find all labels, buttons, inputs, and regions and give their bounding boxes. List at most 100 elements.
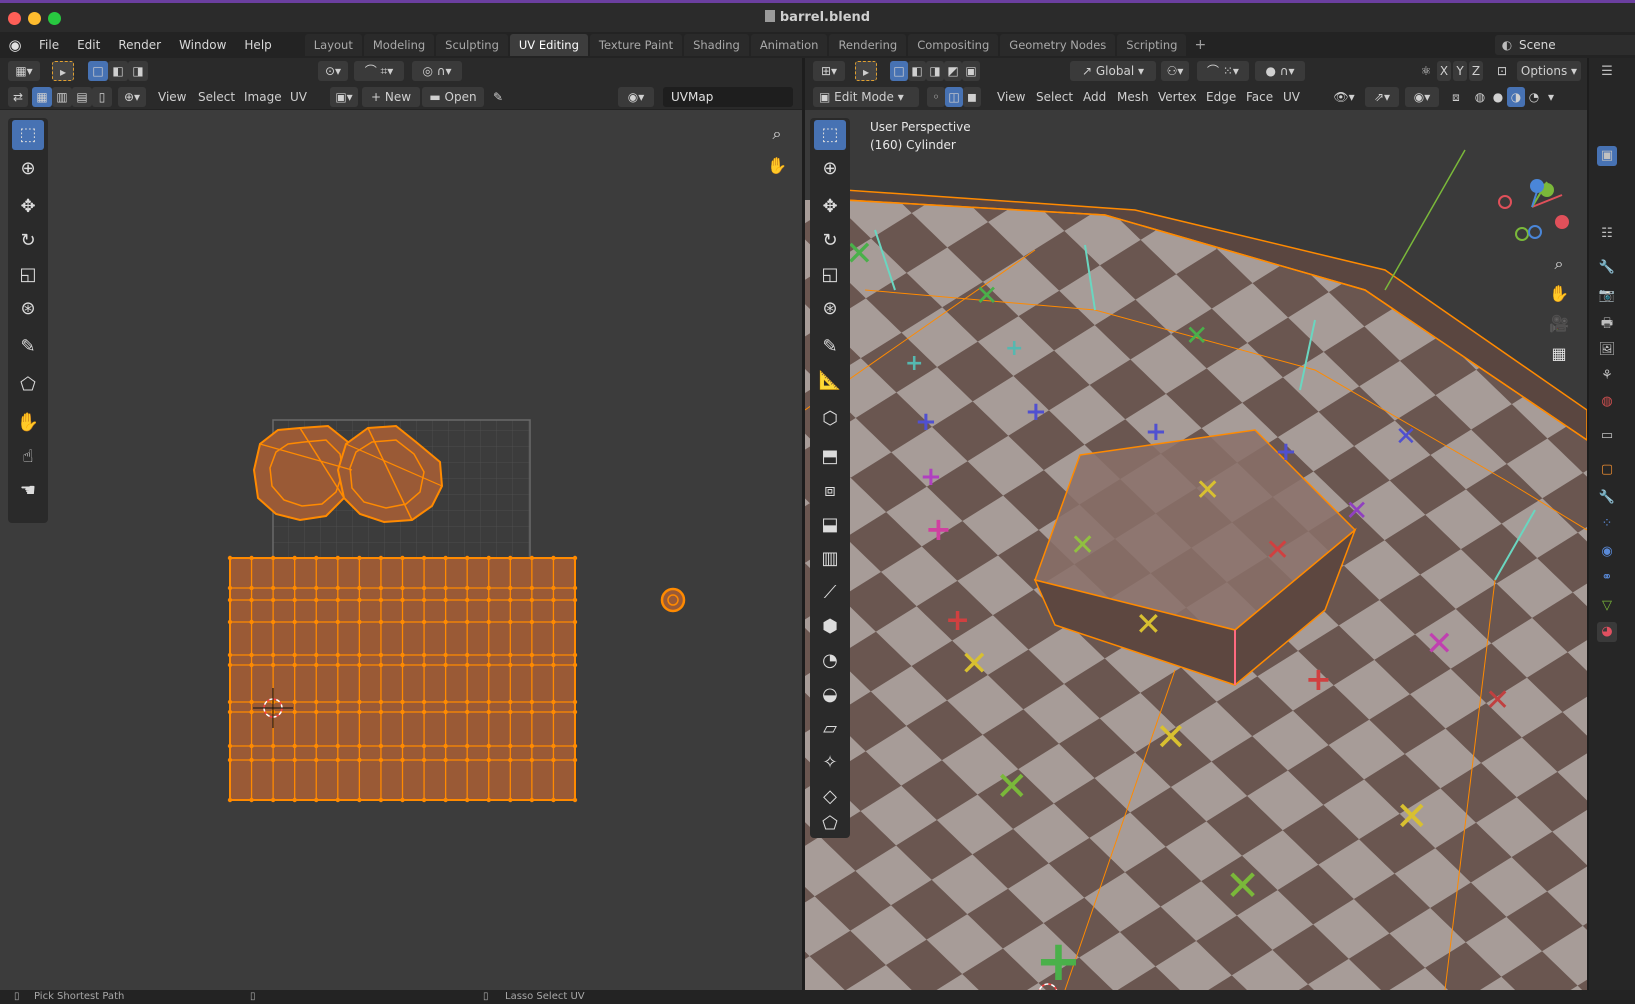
relax-tool[interactable]: ☝: [12, 442, 44, 472]
rip-region-tool[interactable]: ⬠: [12, 370, 44, 400]
physics-properties-icon[interactable]: ◉: [1597, 542, 1617, 562]
tab-texture-paint[interactable]: Texture Paint: [589, 34, 683, 56]
spin-tool[interactable]: ◔: [814, 646, 846, 676]
viewport-rotate-tool[interactable]: ↻: [814, 226, 846, 256]
tab-shading[interactable]: Shading: [684, 34, 749, 56]
output-properties-icon[interactable]: 🖶: [1597, 314, 1617, 334]
viewport-select-box-tool[interactable]: ⬚: [814, 120, 846, 150]
pivot-icon[interactable]: ⚇▾: [1161, 61, 1189, 81]
uv-overlays-button[interactable]: ◉▾: [618, 87, 654, 107]
wireframe-shading-icon[interactable]: ◍: [1471, 87, 1489, 107]
viewport-select-intersect-icon[interactable]: ▣: [962, 61, 980, 81]
scale-tool[interactable]: ◱: [12, 260, 44, 290]
face-select-mode-icon[interactable]: ◼: [963, 87, 981, 107]
pinch-tool[interactable]: ☚: [12, 476, 44, 506]
viewport-zoom-icon[interactable]: ⌕: [1545, 250, 1573, 278]
viewport-editor-type-button[interactable]: ⊞▾: [813, 61, 845, 81]
rendered-shading-icon[interactable]: ◔: [1525, 87, 1543, 107]
shear-tool[interactable]: ◇: [814, 782, 846, 812]
mirror-z-toggle[interactable]: Z: [1469, 61, 1483, 81]
uv-vertex-select-icon[interactable]: ▦: [32, 87, 52, 107]
select-mode-subtract-button[interactable]: ◨: [128, 61, 148, 81]
tab-modeling[interactable]: Modeling: [363, 34, 435, 56]
viewport-move-tool[interactable]: ✥: [814, 192, 846, 222]
viewport-select-tool-icon[interactable]: ▸: [855, 61, 877, 81]
constraint-properties-icon[interactable]: ⚭: [1597, 568, 1617, 588]
menu-window[interactable]: Window: [170, 32, 235, 58]
viewport-canvas[interactable]: ✕ ✕ ✕ + + + + + + + + ✕ ✕ ✕ ✕ ✕ ✕ ✕ + ✕: [805, 110, 1587, 990]
uv-sync-selection-icon[interactable]: ⇄: [8, 87, 28, 107]
transform-tool[interactable]: ⊛: [12, 294, 44, 324]
viewport-menu-uv[interactable]: UV: [1283, 84, 1300, 110]
tab-layout[interactable]: Layout: [304, 34, 362, 56]
viewport-menu-mesh[interactable]: Mesh: [1117, 84, 1149, 110]
uv-island-select-icon[interactable]: ▯: [92, 87, 112, 107]
viewport-transform-tool[interactable]: ⊛: [814, 294, 846, 324]
uv-menu-select[interactable]: Select: [198, 84, 235, 110]
sticky-selection-button[interactable]: ⊕▾: [118, 87, 146, 107]
cursor-tool[interactable]: ⊕: [12, 154, 44, 184]
render-properties-icon[interactable]: 📷: [1597, 286, 1617, 306]
transform-orientation-dropdown[interactable]: ↗ Global ▾: [1070, 61, 1156, 81]
viewport-select-extend-icon[interactable]: ◧: [908, 61, 926, 81]
viewport-menu-vertex[interactable]: Vertex: [1158, 84, 1197, 110]
add-workspace-button[interactable]: +: [1188, 37, 1212, 53]
viewport-menu-view[interactable]: View: [997, 84, 1025, 110]
scene-selector[interactable]: ◐ Scene: [1495, 35, 1635, 55]
tab-animation[interactable]: Animation: [750, 34, 828, 56]
inset-faces-tool[interactable]: ⧈: [814, 476, 846, 506]
viewport-annotate-tool[interactable]: ✎: [814, 332, 846, 362]
editor-type-button[interactable]: ▦▾: [8, 61, 40, 81]
uv-edge-select-icon[interactable]: ▥: [52, 87, 72, 107]
options-dropdown[interactable]: Options ▾: [1517, 61, 1581, 81]
world-properties-icon[interactable]: ◍: [1597, 392, 1617, 412]
snap-toggle-button[interactable]: ⌒ ⌗▾: [354, 61, 404, 81]
ortho-toggle-icon[interactable]: ▦: [1545, 340, 1573, 368]
uv-canvas[interactable]: ⬚ ⊕ ✥ ↻ ◱ ⊛ ✎ ⬠ ✋ ☝ ☚ ⌕ ✋: [0, 110, 802, 990]
rotate-tool[interactable]: ↻: [12, 226, 44, 256]
material-preview-shading-icon[interactable]: ◑: [1507, 87, 1525, 107]
select-mode-extend-button[interactable]: ◧: [108, 61, 128, 81]
measure-tool[interactable]: 📐: [814, 366, 846, 396]
menu-render[interactable]: Render: [109, 32, 170, 58]
annotate-tool[interactable]: ✎: [12, 332, 44, 362]
mirror-x-toggle[interactable]: X: [1437, 61, 1451, 81]
viewport-menu-face[interactable]: Face: [1246, 84, 1273, 110]
bevel-tool[interactable]: ⬓: [814, 510, 846, 540]
menu-file[interactable]: File: [30, 32, 68, 58]
menu-edit[interactable]: Edit: [68, 32, 109, 58]
view-layer-properties-icon[interactable]: 🖼: [1597, 340, 1617, 360]
rip-tool[interactable]: ⬠: [814, 812, 846, 836]
tool-properties-icon[interactable]: 🔧: [1597, 258, 1617, 278]
material-properties-icon[interactable]: ◕: [1597, 622, 1617, 642]
visibility-eye-icon[interactable]: 👁▾: [1329, 87, 1359, 107]
viewport-select-new-icon[interactable]: □: [890, 61, 908, 81]
data-properties-icon[interactable]: ▽: [1597, 596, 1617, 616]
loop-cut-tool[interactable]: ▥: [814, 544, 846, 574]
overlays-toggle-icon[interactable]: ◉▾: [1405, 87, 1439, 107]
edge-select-mode-icon[interactable]: ◫: [945, 87, 963, 107]
outliner-editor-icon[interactable]: ☰: [1597, 62, 1617, 82]
shrink-fatten-tool[interactable]: ✧: [814, 748, 846, 778]
viewport-menu-edge[interactable]: Edge: [1206, 84, 1236, 110]
uvmap-name-field[interactable]: UVMap: [663, 87, 793, 107]
viewport-menu-add[interactable]: Add: [1083, 84, 1106, 110]
xray-toggle-icon[interactable]: ⧈: [1447, 87, 1465, 107]
new-image-button[interactable]: + New: [362, 87, 420, 107]
outliner-item-icon[interactable]: ▣: [1597, 146, 1617, 166]
viewport-snap-button[interactable]: ⌒ ⁙▾: [1197, 61, 1249, 81]
extrude-region-tool[interactable]: ⬒: [814, 442, 846, 472]
uv-small-island[interactable]: [660, 587, 686, 613]
mirror-icon[interactable]: ⚛: [1417, 61, 1435, 81]
open-image-button[interactable]: ▬ Open: [422, 87, 484, 107]
smooth-tool[interactable]: ◒: [814, 680, 846, 710]
auto-merge-icon[interactable]: ⊡: [1493, 61, 1511, 81]
tweak-select-tool[interactable]: ⬚: [12, 120, 44, 150]
uv-mesh-grid[interactable]: [227, 555, 578, 803]
viewport-select-subtract-icon[interactable]: ◨: [926, 61, 944, 81]
modifier-properties-icon[interactable]: 🔧: [1597, 488, 1617, 508]
select-tool-icon[interactable]: ▸: [52, 61, 74, 81]
collection-properties-icon[interactable]: ▭: [1597, 426, 1617, 446]
pan-hand-icon[interactable]: ✋: [763, 152, 791, 180]
mode-dropdown[interactable]: ▣ Edit Mode ▾: [813, 87, 919, 107]
